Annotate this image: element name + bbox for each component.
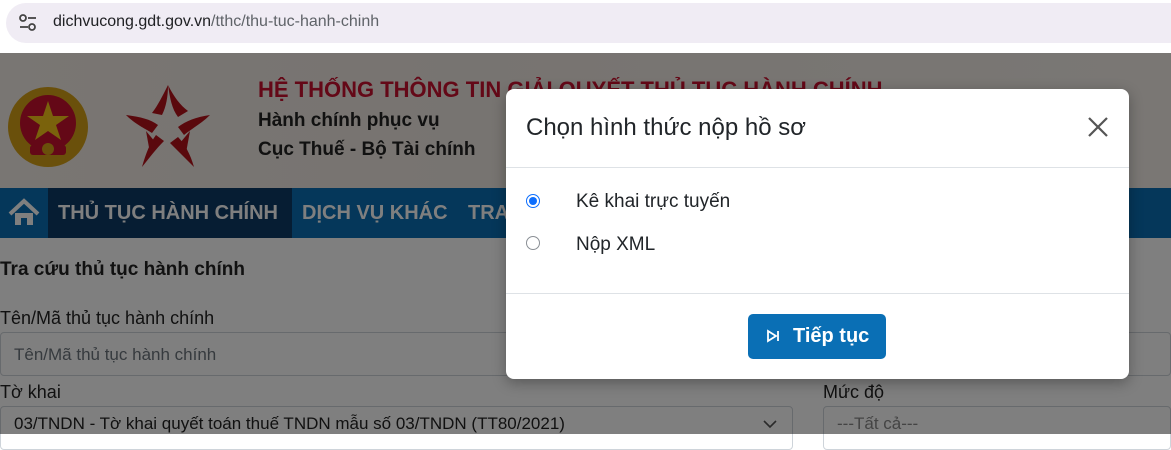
skip-forward-icon — [767, 329, 779, 343]
submission-method-dialog: Chọn hình thức nộp hồ sơ Kê khai trực tu… — [506, 89, 1129, 379]
continue-button-label: Tiếp tục — [793, 325, 870, 347]
browser-url-bar: dichvucong.gdt.gov.vn/tthc/thu-tuc-hanh-… — [0, 0, 1171, 50]
radio-label-submit-xml[interactable]: Nộp XML — [576, 234, 655, 256]
dialog-header-divider — [506, 167, 1129, 168]
url-host: dichvucong.gdt.gov.vn — [53, 13, 212, 30]
radio-submit-xml[interactable] — [526, 236, 540, 250]
dialog-title: Chọn hình thức nộp hồ sơ — [526, 114, 806, 141]
radio-online-declaration[interactable] — [526, 194, 540, 208]
url-text[interactable]: dichvucong.gdt.gov.vn/tthc/thu-tuc-hanh-… — [53, 13, 379, 31]
close-icon[interactable] — [1086, 115, 1110, 139]
url-path: /tthc/thu-tuc-hanh-chinh — [211, 13, 380, 30]
radio-label-online-declaration[interactable]: Kê khai trực tuyến — [576, 191, 730, 213]
site-settings-icon[interactable] — [18, 13, 38, 33]
continue-button[interactable]: Tiếp tục — [748, 314, 886, 359]
dialog-footer-divider — [506, 293, 1129, 294]
